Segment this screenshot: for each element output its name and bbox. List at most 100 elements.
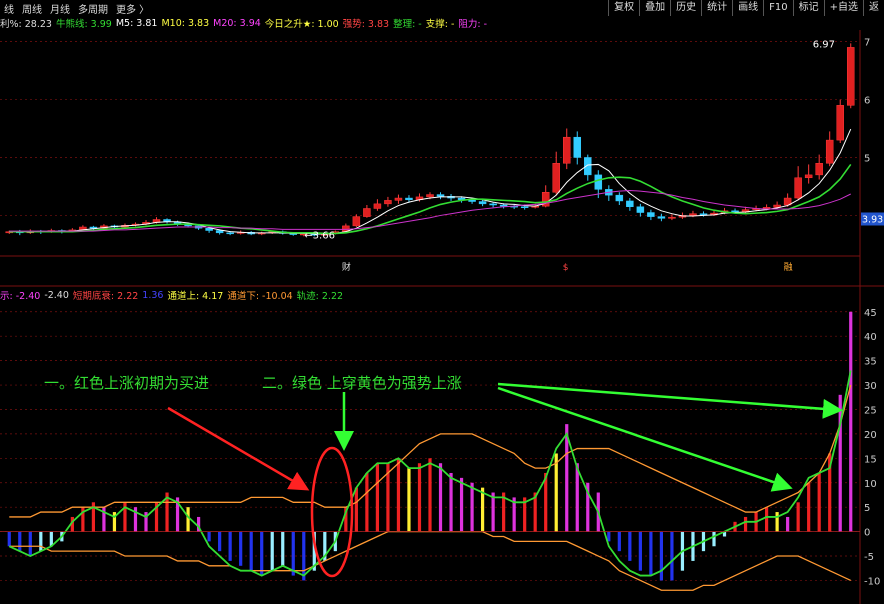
osc-bar [617, 531, 621, 552]
strong-annotation-text: 二。绿色 上穿黄色为强势上涨 [262, 374, 462, 392]
event-marker-cai: 财 [342, 261, 351, 273]
osc-bar [817, 472, 821, 532]
candle-body [615, 194, 624, 202]
osc-line-channel-lower [9, 530, 852, 591]
candle-body [668, 216, 676, 219]
osc-tick-label: 15 [864, 454, 877, 465]
osc-bar [302, 531, 306, 581]
price-tick-label: 6 [864, 96, 870, 107]
chart-canvas: 7654←3.666.973.93财$融 454035302520151050-… [0, 30, 884, 604]
osc-bar [638, 531, 642, 571]
oscillator-panel: 45 40 35 30 25 20 15 10 5 0 -5 -10 [0, 308, 880, 591]
osc-bar [575, 463, 579, 532]
osc-tick-label: -5 [864, 552, 874, 563]
osc-bar [775, 512, 779, 532]
candle-body [373, 203, 382, 209]
osc-bar [249, 531, 253, 571]
osc-bar [764, 507, 769, 532]
candle-body [573, 136, 582, 158]
candle-body [384, 200, 392, 205]
candle-body [825, 139, 834, 164]
osc-bar [281, 531, 285, 566]
osc-bar [849, 311, 853, 532]
event-marker-mid: $ [563, 263, 569, 273]
event-marker-rong: 融 [784, 262, 793, 273]
osc-bar [396, 458, 401, 532]
osc-bar [659, 531, 664, 581]
osc-bar [375, 463, 380, 532]
candle-body [405, 197, 413, 201]
candle-body [426, 194, 434, 198]
osc-bar [186, 507, 190, 532]
price-tick-label: 5 [864, 153, 870, 164]
osc-tick-label: 35 [864, 357, 877, 368]
osc-tick-label: 5 [864, 503, 870, 514]
buy-arrow [167, 406, 310, 491]
osc-bar [649, 531, 653, 576]
osc-bar [554, 453, 558, 532]
candle-body [363, 208, 371, 217]
candle-body [804, 174, 813, 179]
candle-body [226, 232, 234, 235]
osc-bar [796, 502, 800, 532]
candle-body [731, 210, 739, 213]
osc-bar [449, 472, 453, 532]
candle-body [846, 47, 855, 106]
osc-tick-label: 0 [864, 528, 870, 539]
candle-body [699, 213, 708, 216]
candle-body [626, 200, 634, 207]
candle-body [815, 163, 823, 176]
osc-bar [428, 458, 432, 532]
annotation-layer [167, 382, 843, 578]
osc-tick-label: 40 [864, 332, 877, 343]
osc-bar [260, 531, 264, 576]
candle-body [436, 194, 445, 197]
candle-body [478, 201, 487, 205]
low-price-label: ←3.66 [304, 231, 335, 242]
osc-bar [365, 472, 369, 532]
candle-body [647, 212, 655, 217]
candle-body [394, 197, 403, 201]
high-price-label: 6.97 [813, 39, 835, 50]
candle-body [836, 105, 844, 141]
candle-body [594, 174, 603, 190]
candle-body [215, 230, 224, 234]
osc-bar [438, 463, 443, 532]
osc-bar [712, 531, 716, 547]
candle-body [489, 203, 497, 206]
osc-bar [354, 487, 358, 532]
candle-body [794, 177, 802, 199]
candle-body [499, 204, 508, 207]
osc-bar [228, 531, 232, 561]
price-tick-label: 7 [864, 38, 870, 49]
osc-bar [39, 531, 43, 552]
osc-bar [786, 516, 790, 532]
osc-bar [491, 492, 495, 532]
osc-bar [239, 531, 243, 566]
osc-bar [7, 531, 11, 547]
osc-bar [459, 477, 464, 532]
candle-body [762, 207, 771, 209]
osc-bar [407, 468, 411, 532]
osc-bar [470, 482, 474, 532]
osc-bar [670, 531, 674, 581]
last-price-label: 3.93 [862, 214, 883, 225]
osc-bar [628, 531, 632, 561]
candle-body [689, 213, 697, 216]
osc-bar [417, 463, 422, 532]
osc-bar [28, 531, 32, 557]
osc-bar [291, 531, 295, 576]
candle-body [657, 216, 666, 219]
candle-body [352, 216, 361, 227]
candle-body [552, 163, 560, 193]
buy-annotation-text: 一。红色上涨初期为买进 [44, 374, 210, 392]
osc-tick-label: 25 [864, 405, 877, 416]
osc-bar [480, 487, 485, 532]
osc-tick-label: 10 [864, 479, 877, 490]
osc-tick-label: 30 [864, 381, 877, 392]
osc-tick-label: -10 [864, 576, 880, 587]
osc-bar [207, 531, 211, 542]
candle-body [562, 136, 571, 164]
osc-bar [18, 531, 22, 552]
osc-bar [270, 531, 274, 571]
